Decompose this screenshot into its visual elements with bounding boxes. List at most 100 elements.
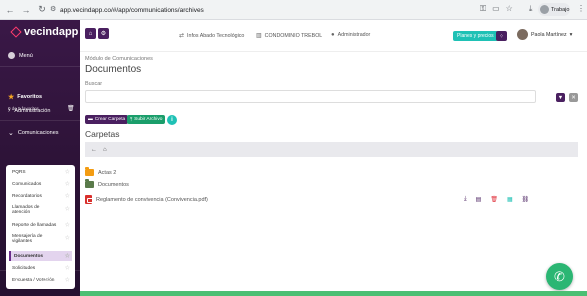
submenu-label: Documentos [14, 253, 44, 259]
settings-button[interactable]: ⚙ [98, 28, 109, 39]
submenu-label: Mensajería de vigilantes [12, 233, 43, 245]
sidebar-item-administracion[interactable]: › Administración [8, 107, 50, 114]
plans-button[interactable]: Planes y precios [453, 31, 498, 41]
building-icon: ▥ [256, 33, 262, 39]
star-outline-icon[interactable]: ☆ [65, 253, 70, 260]
upload-icon: ⤒ [130, 117, 133, 123]
bottom-strip [80, 291, 587, 296]
star-outline-icon[interactable]: ☆ [65, 181, 70, 188]
move-file-icon[interactable]: ▤ [476, 196, 482, 203]
folder-row[interactable]: Actas 2 [85, 167, 116, 176]
role-name: Administrador [337, 32, 371, 38]
submenu-label: Comunicados [12, 181, 42, 187]
sidebar-item-label: Comunicaciones [17, 130, 59, 136]
apps-icon[interactable]: ⁘ [496, 31, 507, 41]
search-input[interactable] [85, 90, 536, 103]
menu-label: Menú [19, 52, 33, 59]
profile-chip[interactable]: Trabajo [538, 3, 570, 16]
submenu-item-solicitudes[interactable]: Solicitudes ☆ [9, 263, 72, 273]
submenu-item-documentos[interactable]: Documentos ☆ [9, 251, 72, 261]
home-icon[interactable]: ⌂ [103, 147, 107, 153]
submenu-item-comunicados[interactable]: Comunicados ☆ [9, 179, 72, 189]
cast-icon[interactable]: ▭ [492, 4, 500, 14]
star-outline-icon[interactable]: ☆ [65, 207, 70, 213]
sidebar: vecindapp Menú ★ Favoritos 0 de 5 favori… [0, 20, 80, 296]
trash-icon[interactable]: 🗑 [67, 105, 75, 112]
submenu-label: Reporte de llamadas [12, 222, 57, 228]
handshake-icon: ⇄ [179, 33, 185, 39]
file-row[interactable]: Reglamento de convivencia (Convivencia.p… [85, 195, 208, 204]
chevron-down-icon: ⌄ [8, 130, 14, 137]
file-actions: ⤓ ▤ 🗑 ▦ ⛓ [464, 196, 529, 203]
divider [0, 120, 80, 121]
submenu-item-mensajeria[interactable]: Mensajería de vigilantes ☆ [9, 232, 72, 246]
condominium-name: CONDOMINIO TREBOL [264, 32, 323, 39]
submenu-item-recordatorios[interactable]: Recordatorios ☆ [9, 191, 72, 201]
back-icon[interactable]: ← [4, 4, 16, 16]
phone-call-button[interactable]: ✆ [546, 263, 573, 290]
sidebar-item-seguridad[interactable]: › Seguridad 360 [8, 279, 50, 286]
upload-file-button[interactable]: ⤒ Subir Archivo [127, 115, 166, 124]
info-button[interactable]: i [167, 115, 177, 125]
star-outline-icon[interactable]: ☆ [65, 193, 70, 200]
folder-navigation: ← ⌂ [85, 142, 578, 157]
divider [0, 66, 80, 67]
link-icon[interactable]: ⛓ [522, 196, 530, 203]
clear-filter-button[interactable]: ✕ [569, 93, 578, 102]
profile-label: Trabajo [551, 6, 570, 13]
home-button[interactable]: ⌂ [85, 28, 96, 39]
download-icon[interactable]: ⤓ [464, 196, 467, 203]
reload-icon[interactable]: ↻ [36, 4, 48, 16]
chevron-right-icon: › [8, 107, 11, 114]
button-label: Crear Carpeta [94, 117, 126, 122]
submenu-label: PQRS [12, 169, 26, 175]
search-label: Buscar [85, 81, 103, 87]
star-outline-icon[interactable]: ☆ [65, 277, 70, 284]
favorites-header: ★ Favoritos [8, 93, 42, 101]
submenu-label: Recordatorios [12, 193, 42, 199]
star-outline-icon[interactable]: ☆ [65, 169, 70, 176]
back-arrow-icon[interactable]: ← [91, 147, 97, 153]
star-icon: ★ [8, 94, 15, 101]
condominium-info: ▥ CONDOMINIO TREBOL [256, 32, 323, 40]
menu-icon [8, 52, 15, 59]
bookmark-star-icon[interactable]: ☆ [506, 4, 513, 14]
favorites-title: Favoritos [17, 94, 43, 100]
more-menu-icon[interactable]: ⋮ [577, 4, 585, 13]
chevron-right-icon: › [8, 279, 11, 286]
star-outline-icon[interactable]: ☆ [65, 222, 70, 229]
menu-toggle[interactable]: Menú [8, 52, 33, 59]
avatar [517, 29, 528, 40]
filter-icon: ▼ [557, 94, 564, 101]
page-title: Documentos [85, 64, 142, 75]
button-label: Subir Archivo [134, 117, 163, 122]
filter-button[interactable]: ▼ [556, 93, 565, 102]
password-key-icon[interactable]: ⚿ [480, 4, 486, 14]
top-bar: ⌂ ⚙ ⇄ Infos Abado Tecnológico ▥ CONDOMIN… [80, 20, 587, 52]
delete-icon[interactable]: 🗑 [490, 196, 498, 203]
divider [0, 270, 80, 271]
submenu-item-pqrs[interactable]: PQRS ☆ [9, 167, 72, 177]
submenu-item-llamados[interactable]: Llamados de atención ☆ [9, 203, 72, 217]
folder-row[interactable]: Documentos [85, 179, 129, 188]
sidebar-item-label: Seguridad 360 [14, 279, 51, 286]
sidebar-item-label: Administración [14, 107, 51, 114]
forward-icon[interactable]: → [20, 4, 32, 16]
folders-title: Carpetas [85, 129, 120, 139]
download-icon[interactable]: ⤓ [529, 4, 533, 14]
brand-logo[interactable]: vecindapp [10, 26, 78, 38]
avatar [540, 5, 549, 14]
sidebar-item-comunicaciones[interactable]: ⌄ Comunicaciones [8, 129, 59, 137]
star-outline-icon[interactable]: ☆ [65, 236, 70, 242]
caret-down-icon: ▾ [569, 31, 573, 38]
user-icon: ● [331, 32, 335, 38]
organization-name: Infos Abado Tecnológico [187, 32, 245, 39]
address-bar[interactable]: ⚙ app.vecindapp.co/#/app/communications/… [48, 3, 478, 17]
main-content: ⌂ ⚙ ⇄ Infos Abado Tecnológico ▥ CONDOMIN… [80, 20, 587, 296]
url-text: app.vecindapp.co/#/app/communications/ar… [60, 6, 204, 14]
submenu-item-reporte-llamadas[interactable]: Reporte de llamadas ☆ [9, 220, 72, 230]
site-info-icon[interactable]: ⚙ [50, 5, 56, 13]
user-menu[interactable]: Paola Martínez ▾ [517, 29, 572, 40]
create-folder-button[interactable]: ▬ Crear Carpeta [85, 115, 129, 124]
qr-code-icon[interactable]: ▦ [507, 196, 513, 203]
